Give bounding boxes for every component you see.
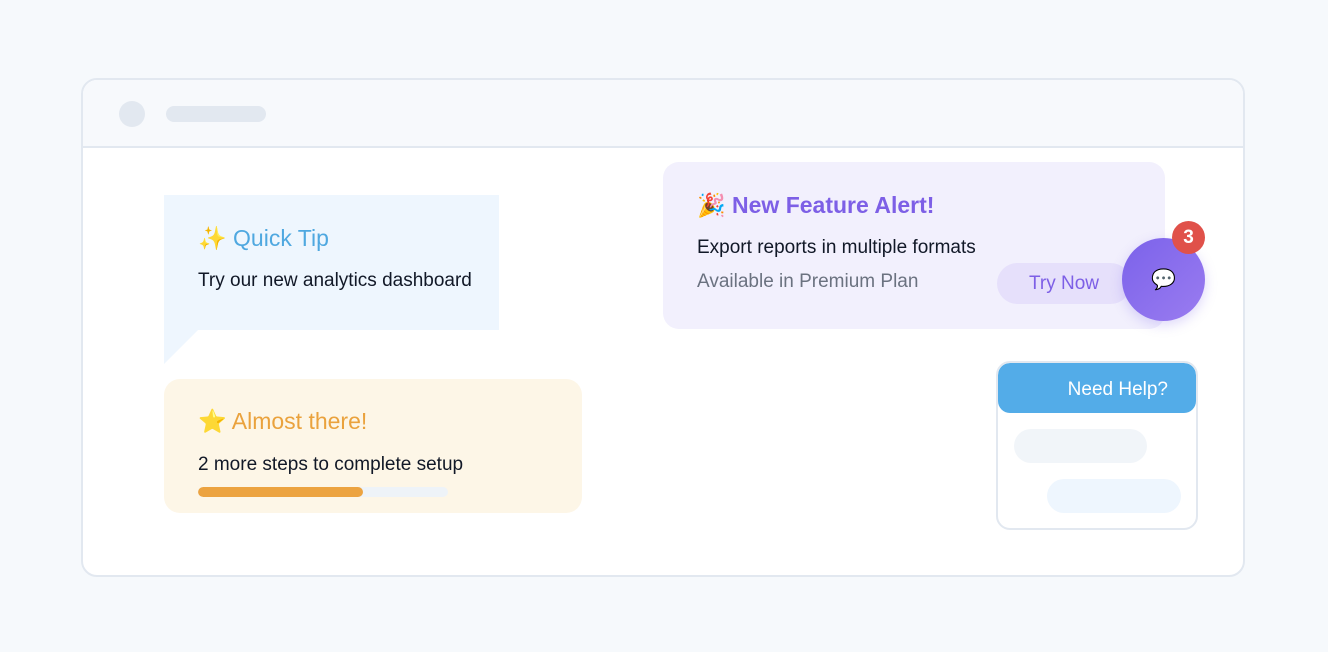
speech-bubble-icon: 💬 [1151, 268, 1176, 291]
try-now-button[interactable]: Try Now [997, 263, 1131, 304]
quick-tip-body: Try our new analytics dashboard [198, 270, 472, 291]
star-icon: ⭐ [198, 408, 227, 434]
notification-badge: 3 [1172, 221, 1205, 254]
quick-tip-pointer [164, 330, 198, 364]
setup-progress-fill [198, 487, 363, 497]
chat-message-placeholder [1047, 479, 1181, 513]
feature-alert-subtext: Available in Premium Plan [697, 271, 919, 292]
titlebar-title-placeholder [166, 106, 266, 122]
party-popper-icon: 🎉 [697, 192, 726, 218]
help-chat-widget[interactable]: Need Help? [996, 361, 1198, 530]
feature-alert-card: 🎉 New Feature Alert! Export reports in m… [663, 162, 1165, 329]
help-widget-header: Need Help? [998, 363, 1196, 413]
setup-progress-body: 2 more steps to complete setup [198, 454, 464, 475]
setup-progress-title: ⭐ Almost there! [198, 408, 368, 434]
quick-tip-title: ✨ Quick Tip [198, 225, 329, 251]
feature-alert-title: 🎉 New Feature Alert! [697, 192, 935, 218]
chat-message-placeholder [1014, 429, 1147, 463]
quick-tip-callout: ✨ Quick Tip Try our new analytics dashbo… [164, 195, 499, 330]
setup-progress-card: ⭐ Almost there! 2 more steps to complete… [164, 379, 582, 513]
setup-progress-bar [198, 487, 448, 497]
sparkles-icon: ✨ [198, 225, 227, 251]
help-widget-title: Need Help? [1067, 379, 1168, 400]
feature-alert-body: Export reports in multiple formats [697, 237, 976, 258]
titlebar-avatar-placeholder [119, 101, 145, 127]
window-titlebar [83, 80, 1243, 148]
